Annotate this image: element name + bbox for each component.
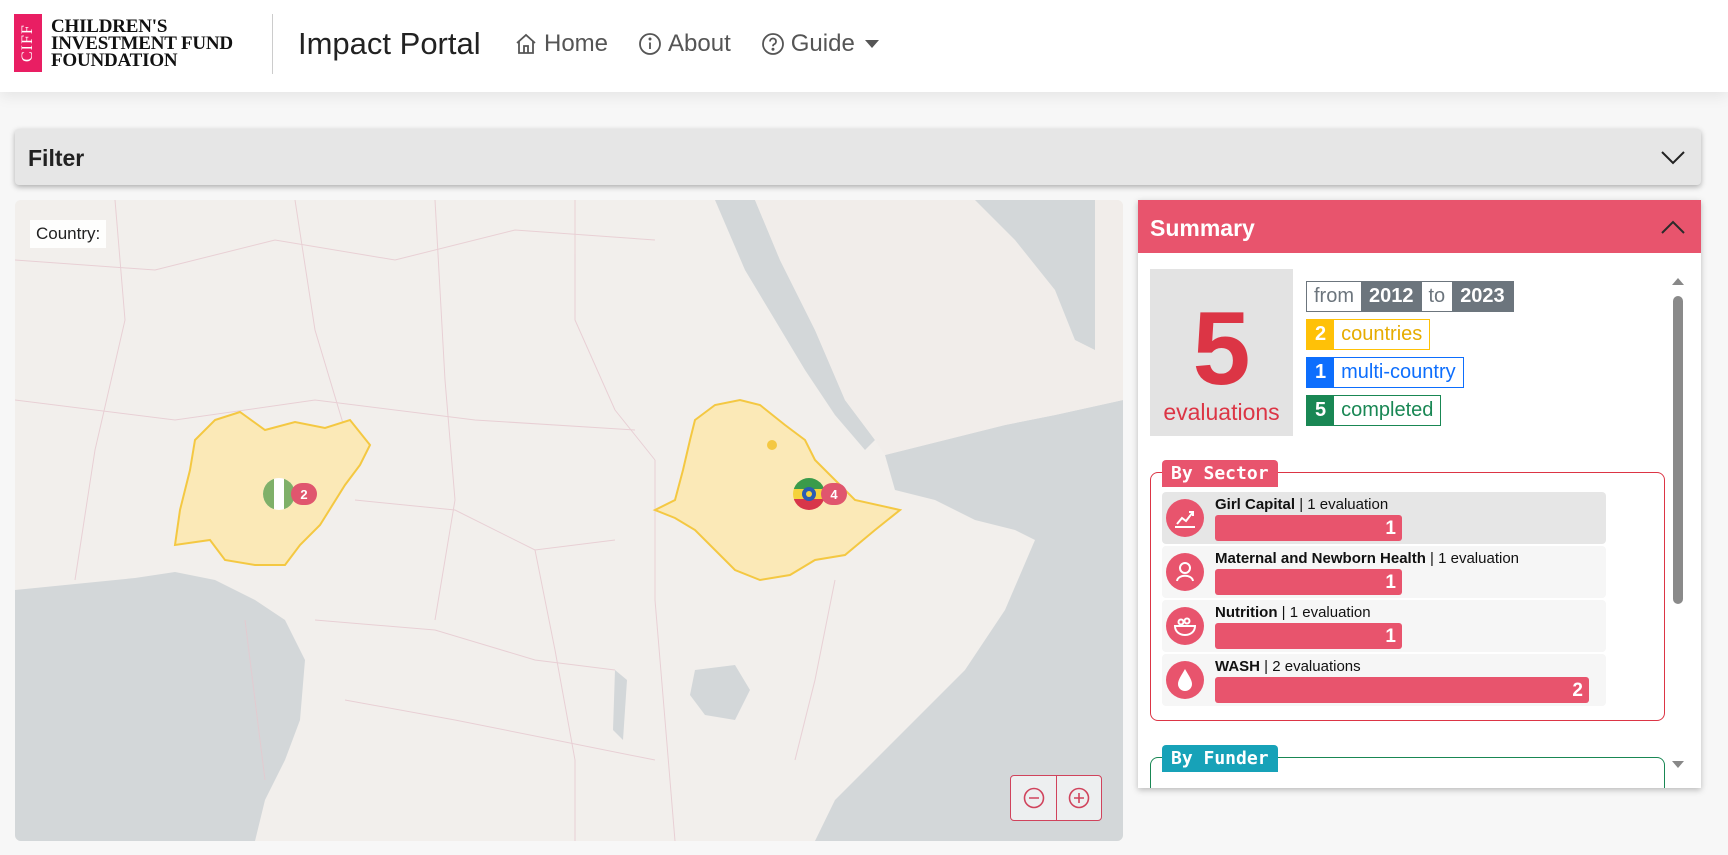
sector-row-nutrition[interactable]: Nutrition | 1 evaluation 1: [1162, 600, 1606, 652]
countries-stat: 2 countries: [1306, 319, 1431, 350]
year-range: from 2012 to 2023: [1306, 281, 1514, 312]
sector-name: Nutrition: [1215, 604, 1278, 621]
growth-chart-icon: [1166, 499, 1204, 537]
map-basemap: [15, 200, 1123, 841]
marker-count: 4: [821, 483, 847, 505]
sector-detail: | 1 evaluation: [1295, 496, 1389, 513]
scroll-down-arrow-icon: [1672, 761, 1684, 768]
sector-name: WASH: [1215, 658, 1260, 675]
country-label: Country:: [30, 220, 107, 248]
sector-name: Girl Capital: [1215, 496, 1296, 513]
sector-row-wash[interactable]: WASH | 2 evaluations 2: [1162, 654, 1606, 706]
marker-count: 2: [291, 483, 317, 505]
total-evaluations-number: 5: [1192, 291, 1251, 407]
main-nav: Home About Guide: [514, 30, 879, 58]
by-funder-section: By Funder: [1150, 745, 1665, 788]
by-sector-title: By Sector: [1162, 460, 1278, 487]
scroll-up-arrow-icon: [1672, 278, 1684, 285]
logo-divider: [272, 14, 273, 74]
sector-detail: | 1 evaluation: [1277, 604, 1371, 621]
sector-name: Maternal and Newborn Health: [1215, 550, 1426, 567]
sector-bar: 1: [1215, 623, 1402, 649]
countries-count: 2: [1307, 320, 1335, 349]
logo-line-1: CHILDREN'S: [51, 15, 168, 37]
zoom-in-button[interactable]: [1056, 776, 1101, 820]
nav-guide-dropdown[interactable]: Guide: [761, 30, 879, 58]
brand-title[interactable]: Impact Portal: [298, 26, 481, 62]
filter-accordion[interactable]: Filter: [15, 129, 1701, 185]
caret-down-icon: [864, 40, 879, 48]
to-year: 2023: [1452, 282, 1513, 311]
sector-label: Maternal and Newborn Health | 1 evaluati…: [1215, 550, 1519, 567]
zoom-out-button[interactable]: [1011, 776, 1056, 820]
summary-body: 5 evaluations from 2012 to 2023 2 countr…: [1138, 253, 1683, 788]
ciff-logo[interactable]: CIFF CHILDREN'S INVESTMENT FUND FOUNDATI…: [14, 14, 233, 72]
by-funder-title: By Funder: [1162, 745, 1278, 772]
sector-bar: 2: [1215, 677, 1589, 703]
from-year: 2012: [1361, 282, 1422, 311]
nav-guide-label: Guide: [790, 30, 855, 57]
water-drop-icon: [1166, 661, 1204, 699]
total-evaluations-box: 5 evaluations: [1150, 269, 1293, 436]
food-bowl-icon: [1166, 607, 1204, 645]
logo-mark: CIFF: [14, 14, 42, 72]
map-marker-nigeria[interactable]: 2: [263, 478, 317, 510]
sector-label: Girl Capital | 1 evaluation: [1215, 496, 1388, 513]
logo-text: CHILDREN'S INVESTMENT FUND FOUNDATION: [51, 15, 233, 71]
by-sector-section: By Sector Girl Capital | 1 evaluation 1 …: [1150, 460, 1665, 721]
to-label: to: [1421, 282, 1453, 311]
sector-row-maternal-newborn-health[interactable]: Maternal and Newborn Health | 1 evaluati…: [1162, 546, 1606, 598]
evaluation-map[interactable]: Country: 2 4: [15, 200, 1123, 841]
sector-bar: 1: [1215, 515, 1402, 541]
countries-label: countries: [1334, 320, 1430, 349]
sector-row-girl-capital[interactable]: Girl Capital | 1 evaluation 1: [1162, 492, 1606, 544]
info-icon: [638, 32, 662, 56]
home-icon: [514, 32, 538, 56]
filter-title: Filter: [28, 145, 85, 171]
nav-about-label: About: [668, 30, 731, 57]
minus-circle-icon: [1023, 787, 1044, 809]
completed-label: completed: [1334, 396, 1441, 425]
sector-label: Nutrition | 1 evaluation: [1215, 604, 1371, 621]
sector-detail: | 2 evaluations: [1260, 658, 1361, 675]
multi-country-count: 1: [1307, 358, 1335, 387]
sector-bar: 1: [1215, 569, 1402, 595]
nav-about[interactable]: About: [638, 30, 731, 58]
summary-title: Summary: [1150, 215, 1255, 241]
multi-country-stat: 1 multi-country: [1306, 357, 1464, 388]
completed-stat: 5 completed: [1306, 395, 1442, 426]
logo-line-3: FOUNDATION: [51, 49, 178, 71]
mother-baby-icon: [1166, 553, 1204, 591]
zoom-controls: [1010, 775, 1102, 821]
summary-scrollbar[interactable]: [1668, 274, 1688, 774]
chevron-down-icon[interactable]: [1659, 143, 1687, 176]
nav-home[interactable]: Home: [514, 30, 608, 58]
multi-country-label: multi-country: [1334, 358, 1463, 387]
completed-count: 5: [1307, 396, 1335, 425]
summary-header[interactable]: Summary: [1138, 200, 1701, 253]
top-navbar: CIFF CHILDREN'S INVESTMENT FUND FOUNDATI…: [0, 0, 1728, 92]
map-marker-ethiopia[interactable]: 4: [793, 478, 847, 510]
total-evaluations-label: evaluations: [1163, 399, 1280, 425]
logo-line-2: INVESTMENT FUND: [51, 32, 233, 54]
plus-circle-icon: [1068, 787, 1090, 809]
chevron-up-icon[interactable]: [1659, 216, 1687, 243]
summary-panel: Summary 5 evaluations from 2012 to 2023 …: [1138, 200, 1701, 788]
sector-detail: | 1 evaluation: [1425, 550, 1520, 567]
question-icon: [761, 32, 785, 56]
sector-label: WASH | 2 evaluations: [1215, 658, 1361, 675]
from-label: from: [1307, 282, 1361, 311]
nav-home-label: Home: [544, 30, 609, 57]
scroll-thumb: [1673, 296, 1683, 604]
